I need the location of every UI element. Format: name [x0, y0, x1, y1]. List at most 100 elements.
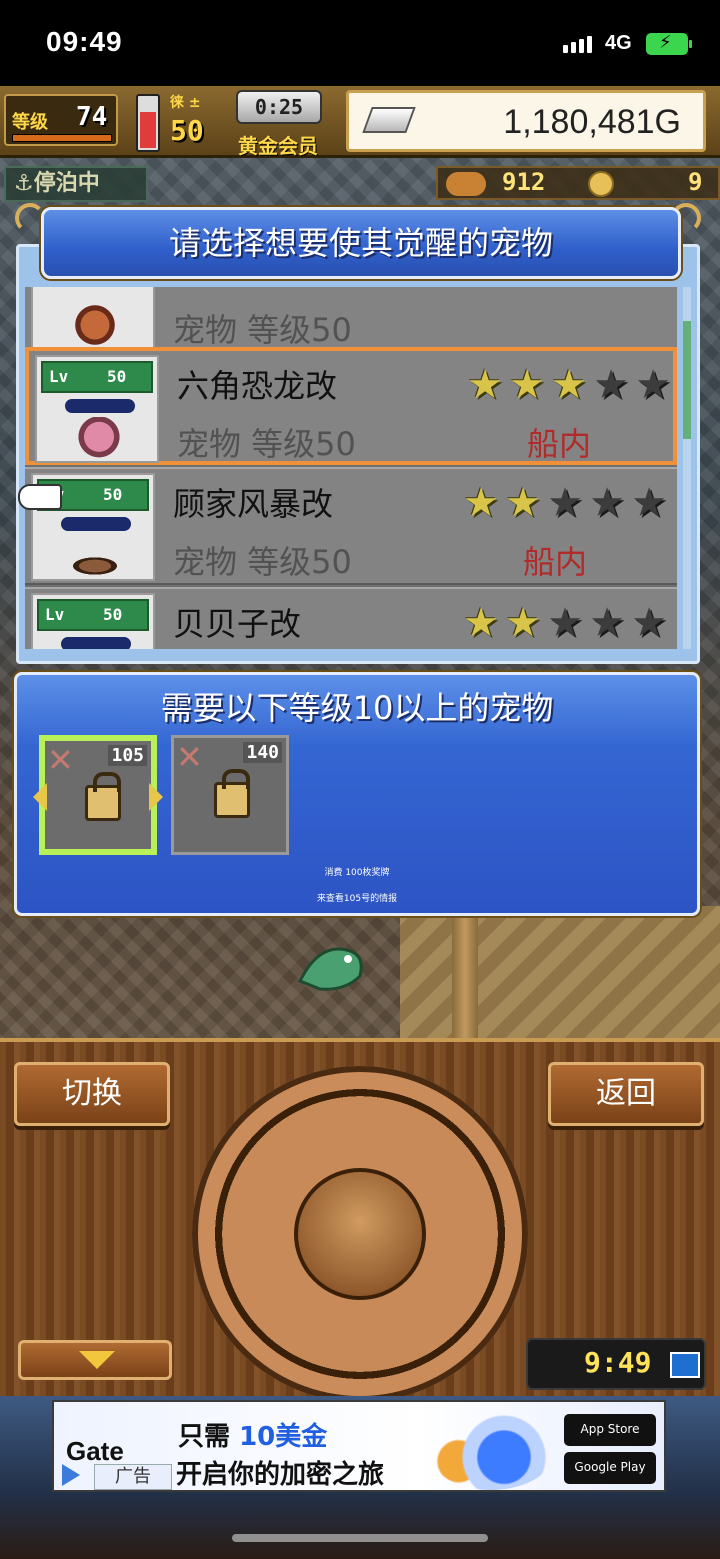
arrow-right-icon[interactable]	[149, 783, 163, 811]
pet-list-scrollbar[interactable]	[683, 287, 691, 649]
game-view: 等级 74 徕 ± 50 0:25 黄金会员 1,180,481G ⚓停泊中 9…	[0, 86, 720, 1396]
dragon-sprite	[297, 947, 363, 991]
star-icon: ★	[589, 600, 625, 646]
ad-tag: 广告	[94, 1464, 172, 1490]
corner-ornament-icon	[671, 203, 701, 233]
rarity-stars: ★ ★ ★ ★ ★	[461, 483, 669, 523]
requirement-slot-selected[interactable]: ✕ 105	[33, 735, 163, 855]
star-icon: ★	[593, 362, 629, 408]
cost-note: 消费 100枚奖牌	[324, 868, 390, 878]
ad-headline: 只需 10美金	[178, 1422, 328, 1452]
level-label: 等级	[12, 112, 48, 133]
lock-icon	[214, 769, 250, 818]
pet-level-text: 宠物 等级50	[173, 543, 352, 581]
play-icon	[62, 1464, 80, 1486]
star-icon: ★	[505, 480, 541, 526]
star-icon: ★	[631, 600, 667, 646]
silver-bar-icon	[362, 107, 416, 133]
top-hud: 等级 74 徕 ± 50 0:25 黄金会员 1,180,481G	[0, 86, 720, 158]
slot-number: 140	[243, 742, 282, 763]
status-bar: 09:49 4G ⚡	[0, 0, 720, 86]
pet-row[interactable]: Lv 50 贝贝子改 ★ ★ ★ ★ ★	[25, 587, 677, 649]
star-icon: ★	[589, 480, 625, 526]
ship-deck	[400, 906, 720, 1046]
back-button[interactable]: 返回	[548, 1062, 704, 1126]
medal-icon	[446, 172, 486, 196]
pet-level-text: 宠物 等级50	[177, 425, 356, 463]
pet-level-badge: Lv50	[37, 599, 149, 631]
panel-title-bar: 请选择想要使其觉醒的宠物	[41, 207, 681, 279]
status-time: 09:49	[46, 26, 123, 57]
google-play-button[interactable]: Google Play	[564, 1452, 656, 1484]
pet-select-panel: 请选择想要使其觉醒的宠物 宠物 等级50 Lv50 六角恐龙改 宠物 等级50	[15, 203, 701, 664]
cross-icon: ✕	[176, 738, 203, 776]
corner-ornament-icon	[15, 203, 45, 233]
level-progress-bar	[12, 134, 112, 142]
star-icon: ★	[547, 480, 583, 526]
battery-charging-icon: ⚡	[646, 32, 692, 55]
star-icon: ★	[547, 600, 583, 646]
timer: 0:25	[236, 90, 322, 124]
signal-icon	[563, 36, 592, 53]
cross-icon: ✕	[47, 741, 74, 779]
ad-area: Gate 广告 只需 10美金 开启你的加密之旅 App Store Googl…	[0, 1396, 720, 1559]
money-value: 1,180,481G	[503, 103, 681, 141]
pet-thumbnail: Lv50	[35, 355, 159, 463]
rank-label: 徕 ±	[170, 95, 201, 111]
scrollbar-thumb[interactable]	[683, 321, 691, 439]
player-level: 等级 74	[4, 94, 118, 146]
pet-level-text: 宠物 等级50	[173, 311, 352, 349]
pet-location: 船内	[523, 543, 588, 581]
pet-name-bar	[61, 637, 131, 649]
ad-subline: 开启你的加密之旅	[176, 1460, 385, 1490]
star-icon: ★	[463, 600, 499, 646]
docked-status: ⚓停泊中	[4, 166, 148, 202]
pet-name-bar	[65, 399, 135, 413]
requirement-panel: 需要以下等级10以上的宠物 ✕ 105 ✕ 140 消费 100枚奖牌 来查看1…	[14, 672, 700, 916]
panel-title: 请选择想要使其觉醒的宠物	[168, 224, 553, 262]
ad-banner[interactable]: Gate 广告 只需 10美金 开启你的加密之旅 App Store Googl…	[52, 1400, 666, 1492]
pet-location: 船内	[527, 425, 592, 463]
requirement-slot[interactable]: ✕ 140	[171, 735, 289, 855]
star-icon: ★	[467, 362, 503, 408]
rank-value: 50	[170, 114, 204, 147]
switch-button[interactable]: 切换	[14, 1062, 170, 1126]
home-indicator[interactable]	[232, 1534, 488, 1542]
pet-row[interactable]: 宠物 等级50	[25, 287, 677, 353]
game-clock: 9:49	[526, 1338, 706, 1390]
rarity-stars: ★ ★ ★ ★ ★	[465, 365, 673, 405]
pet-row[interactable]: Lv50 顾家风暴改 宠物 等级50 船内 ★★★★★	[25, 467, 677, 585]
pet-sprite	[67, 555, 123, 577]
star-icon: ★	[505, 600, 541, 646]
level-value: 74	[76, 102, 108, 132]
arrow-left-icon[interactable]	[33, 783, 47, 811]
pet-name: 六角恐龙改	[177, 367, 338, 405]
pet-name: 顾家风暴改	[173, 485, 334, 523]
star-icon: ★	[551, 362, 587, 408]
pet-row-selected[interactable]: Lv 50 六角恐龙改 宠物 等级50 船内 ★ ★ ★ ★ ★	[25, 347, 677, 465]
network-type: 4G	[605, 32, 632, 54]
info-note: 来查看105号的情报	[316, 894, 398, 904]
pet-sprite	[71, 417, 127, 461]
star-icon: ★	[635, 362, 671, 408]
coin-count: 9	[688, 168, 703, 196]
star-icon: ★	[631, 480, 667, 526]
medal-count: 912	[502, 168, 546, 196]
stamina-gauge	[136, 94, 160, 152]
crypto-coin-graphic	[426, 1408, 556, 1490]
coin-icon	[588, 171, 614, 197]
pet-list[interactable]: 宠物 等级50 Lv50 六角恐龙改 宠物 等级50 船内 ★★★★★	[25, 287, 677, 649]
star-icon: ★	[463, 480, 499, 526]
star-icon: ★	[509, 362, 545, 408]
directional-pad[interactable]	[192, 1066, 528, 1396]
pet-thumbnail: Lv50	[31, 593, 155, 649]
pet-sprite	[67, 303, 123, 347]
pet-level-badge: Lv50	[41, 361, 153, 393]
slot-number: 105	[108, 745, 147, 766]
pointer-hand-icon	[18, 484, 62, 510]
scroll-down-button[interactable]	[18, 1340, 172, 1380]
dpad-center-button[interactable]	[294, 1168, 426, 1300]
rarity-stars: ★ ★ ★ ★ ★	[461, 603, 669, 643]
pet-name-bar	[61, 517, 131, 531]
app-store-button[interactable]: App Store	[564, 1414, 656, 1446]
